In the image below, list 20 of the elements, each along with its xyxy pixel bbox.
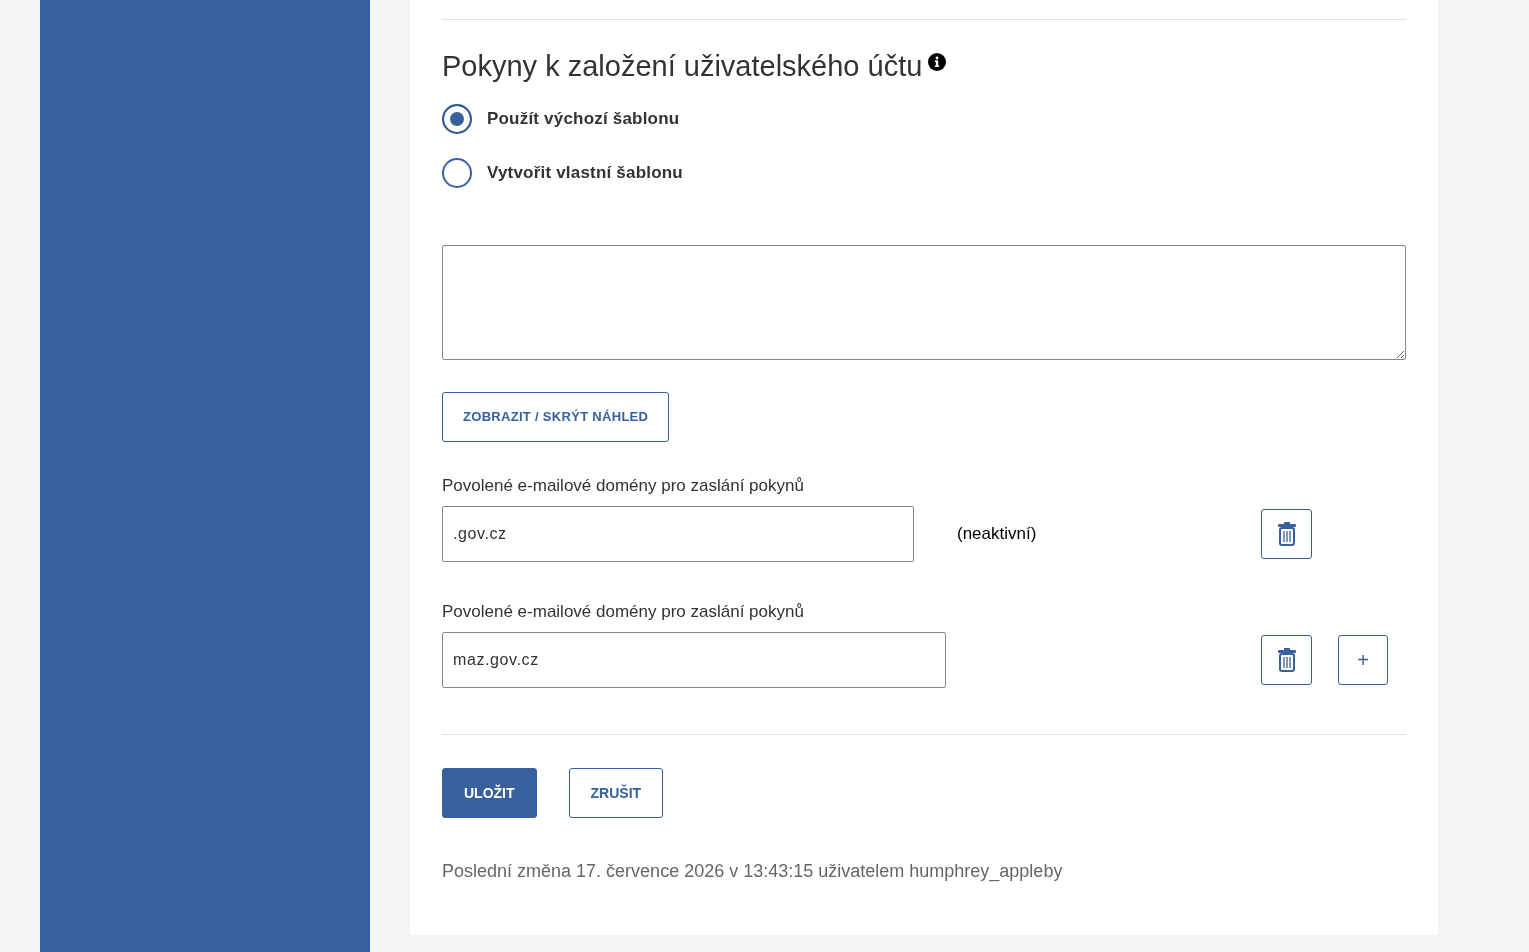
- section-title: Pokyny k založení uživatelského účtu: [442, 49, 923, 83]
- delete-button[interactable]: [1261, 509, 1312, 559]
- status-text: (neaktivní): [957, 523, 1037, 546]
- field-label: Povolené e-mailové domény pro zaslání pokynů: [442, 602, 805, 622]
- field-label: Povolené e-mailové domény pro zaslání pokynů: [442, 476, 805, 496]
- last-change-text: Poslední změna 17. července 2026 v 13:43:15 uživatelem humphrey_appleby: [442, 860, 1064, 883]
- preview-toggle-button[interactable]: ZOBRAZIT / SKRÝT NÁHLED: [442, 392, 670, 442]
- delete-button[interactable]: [1261, 635, 1312, 685]
- radio-label: Použít výchozí šablonu: [487, 108, 680, 131]
- domain-input[interactable]: maz.gov.cz: [442, 632, 946, 688]
- add-button[interactable]: +: [1338, 635, 1388, 685]
- save-button[interactable]: ULOŽIT: [442, 768, 537, 818]
- radio-button[interactable]: [442, 158, 472, 188]
- cancel-button[interactable]: ZRUŠIT: [568, 768, 664, 818]
- trash-icon: [1277, 522, 1296, 546]
- domain-input[interactable]: .gov.cz: [442, 506, 914, 562]
- radio-label: Vytvořit vlastní šablonu: [487, 162, 683, 185]
- info-icon: [928, 53, 947, 71]
- trash-icon: [1277, 648, 1296, 672]
- radio-button[interactable]: [442, 104, 472, 134]
